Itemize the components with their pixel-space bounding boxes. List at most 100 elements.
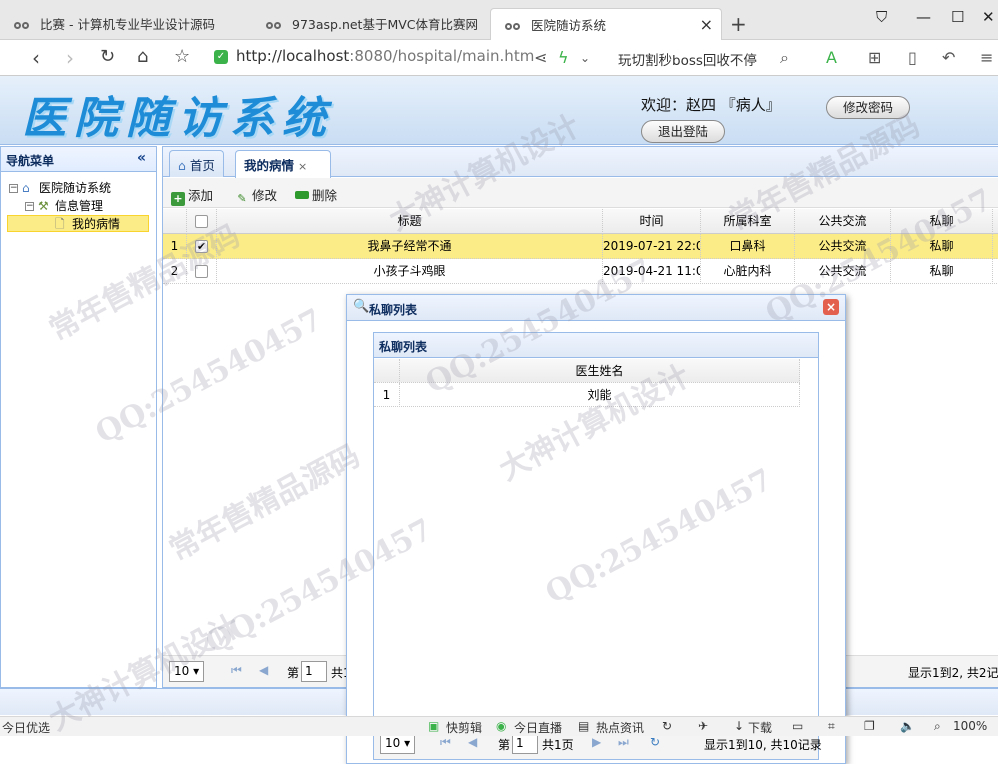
undo-icon[interactable]: ↶ xyxy=(942,48,955,67)
shirt-icon[interactable]: ⛉ xyxy=(876,8,887,26)
last-page-icon[interactable]: ⏭ xyxy=(618,735,629,750)
cell-title: 我鼻子经常不通 xyxy=(217,234,603,259)
tab-my-condition[interactable]: 我的病情 × xyxy=(235,150,331,178)
page-size-select[interactable]: 10 ▾ xyxy=(380,733,416,754)
crop-icon[interactable]: ⌗ xyxy=(828,719,835,734)
zoom-level[interactable]: 100% xyxy=(953,719,987,733)
new-tab-button[interactable]: + xyxy=(730,12,747,36)
menu-icon[interactable]: ≡ xyxy=(980,48,993,67)
private-chat-dialog: 🔍 私聊列表 × 私聊列表 医生姓名 1 刘能 10 ▾ ⏮ ◀ 第 1 共1页… xyxy=(346,294,846,764)
remove-icon xyxy=(295,191,309,199)
status-left-text[interactable]: 今日优选 xyxy=(2,719,50,736)
search-input[interactable]: 玩切割秒boss回收不停 xyxy=(618,49,798,69)
collapse-toggle-icon[interactable]: − xyxy=(25,202,34,211)
column-header-title[interactable]: 标题 xyxy=(217,209,603,234)
table-row[interactable]: 1 刘能 xyxy=(374,383,800,407)
volume-icon[interactable]: 🔈 xyxy=(900,719,915,733)
public-chat-link[interactable]: 公共交流 xyxy=(795,259,891,284)
pin-icon[interactable]: ✈ xyxy=(698,719,708,733)
browser-tab-2[interactable]: 973asp.net基于MVC体育比赛网 xyxy=(252,8,492,40)
tree-node-root[interactable]: − ⌂ 医院随访系统 xyxy=(9,179,111,197)
translate-icon[interactable]: A xyxy=(826,48,837,67)
browser-tab-active[interactable]: 医院随访系统 × xyxy=(490,8,722,40)
apps-icon[interactable]: ⊞ xyxy=(868,48,881,67)
close-dialog-icon[interactable]: × xyxy=(823,299,839,315)
row-checkbox[interactable] xyxy=(187,259,217,284)
page-number-input[interactable]: 1 xyxy=(301,661,327,682)
download-icon: ↓ xyxy=(734,719,745,733)
lightning-icon[interactable]: ϟ xyxy=(558,48,569,67)
public-chat-link[interactable]: 公共交流 xyxy=(795,234,891,259)
prev-page-icon[interactable]: ◀ xyxy=(259,663,268,677)
collapse-icon[interactable]: « xyxy=(137,150,146,166)
page-number-input[interactable]: 1 xyxy=(512,733,538,754)
change-password-button[interactable]: 修改密码 xyxy=(826,96,910,119)
browser-tab-1[interactable]: 比赛 - 计算机专业毕业设计源码 xyxy=(0,8,250,40)
table-row[interactable]: 2 小孩子斗鸡眼 2019-04-21 11:02 心脏内科 公共交流 私聊 xyxy=(163,259,998,284)
status-item[interactable]: 今日直播 xyxy=(514,719,562,736)
search-icon[interactable]: ⌕ xyxy=(780,48,789,68)
dialog-title: 私聊列表 xyxy=(369,303,418,317)
status-item[interactable]: 快剪辑 xyxy=(446,719,482,736)
row-checkbox[interactable]: ✔ xyxy=(187,234,217,259)
column-header-doctor-name[interactable]: 医生姓名 xyxy=(400,359,800,383)
share-icon[interactable]: ⋖ xyxy=(534,48,547,67)
refresh-icon[interactable]: ↻ xyxy=(662,719,672,733)
private-chat-link[interactable]: 私聊 xyxy=(891,259,993,284)
page-size-select[interactable]: 10 ▾ xyxy=(169,661,205,682)
logout-button[interactable]: 退出登陆 xyxy=(641,120,725,143)
close-tab-icon[interactable]: × xyxy=(298,160,307,173)
document-icon: 🗋 xyxy=(55,217,65,231)
star-icon[interactable]: ☆ xyxy=(174,46,190,67)
nav-title: 导航菜单 xyxy=(6,154,55,168)
add-button[interactable]: + 添加 xyxy=(171,185,213,206)
status-item[interactable]: 下载 xyxy=(748,719,772,736)
chevron-down-icon[interactable]: ⌄ xyxy=(580,51,590,65)
delete-button[interactable]: 删除 xyxy=(295,185,337,204)
tree-node-my-condition[interactable]: 🗋 我的病情 xyxy=(55,215,120,233)
select-all-checkbox[interactable] xyxy=(187,209,217,234)
edit-button[interactable]: ✎ 修改 xyxy=(235,185,277,206)
table-row[interactable]: 1 ✔ 我鼻子经常不通 2019-07-21 22:03 口鼻科 公共交流 私聊 xyxy=(163,234,998,259)
play-icon: ◉ xyxy=(496,719,507,733)
browser-tab-label: 医院随访系统 xyxy=(531,18,607,33)
tab-label: 我的病情 xyxy=(244,158,295,173)
forward-icon[interactable]: › xyxy=(66,46,74,70)
cell-department: 心脏内科 xyxy=(701,259,795,284)
home-icon[interactable]: ⌂ xyxy=(137,46,148,67)
first-page-icon[interactable]: ⏮ xyxy=(440,735,451,750)
collapse-toggle-icon[interactable]: − xyxy=(9,184,18,193)
close-tab-icon[interactable]: × xyxy=(700,15,713,34)
tree-node-group[interactable]: − ⚒ 信息管理 xyxy=(25,197,103,215)
url-host: http://localhost xyxy=(236,47,350,65)
grid-header-row: 医生姓名 xyxy=(374,359,800,383)
column-header-time[interactable]: 时间 xyxy=(603,209,701,234)
window-icon[interactable]: ▭ xyxy=(792,719,803,733)
nav-panel: 导航菜单 « − ⌂ 医院随访系统 − ⚒ 信息管理 🗋 我的病情 xyxy=(0,146,157,688)
doctor-list-panel: 私聊列表 医生姓名 1 刘能 10 ▾ ⏮ ◀ 第 1 共1页 ▶ ⏭ ↻ 显示… xyxy=(373,332,822,760)
back-icon[interactable]: ‹ xyxy=(32,46,40,70)
url-path: :8080/hospital/main.htm xyxy=(349,47,535,65)
close-window-icon[interactable]: ✕ xyxy=(982,8,995,26)
inner-panel-title: 私聊列表 xyxy=(374,333,818,358)
column-header-private[interactable]: 私聊 xyxy=(891,209,993,234)
restore-icon[interactable]: ❐ xyxy=(864,719,875,733)
minimize-icon[interactable]: — xyxy=(916,8,931,26)
browser-status-bar: 今日优选 ▣ 快剪辑 ◉ 今日直播 ▤ 热点资讯 ↻ ✈ ↓ 下载 ▭ ⌗ ❐ … xyxy=(0,716,998,736)
reload-icon[interactable]: ↻ xyxy=(100,46,115,67)
column-header-public[interactable]: 公共交流 xyxy=(795,209,891,234)
prev-page-icon[interactable]: ◀ xyxy=(468,735,477,749)
grid-toolbar: + 添加 ✎ 修改 删除 xyxy=(163,178,998,208)
status-item[interactable]: 热点资讯 xyxy=(596,719,644,736)
add-icon: + xyxy=(171,192,185,206)
maximize-icon[interactable]: ☐ xyxy=(951,8,964,26)
next-page-icon[interactable]: ▶ xyxy=(592,735,601,749)
row-number: 2 xyxy=(163,259,187,284)
private-chat-link[interactable]: 私聊 xyxy=(891,234,993,259)
total-pages: 共1页 xyxy=(542,738,574,752)
first-page-icon[interactable]: ⏮ xyxy=(231,663,242,678)
tab-home[interactable]: ⌂ 首页 xyxy=(169,150,224,177)
device-icon[interactable]: ▯ xyxy=(908,48,917,67)
refresh-icon[interactable]: ↻ xyxy=(650,735,660,749)
column-header-department[interactable]: 所属科室 xyxy=(701,209,795,234)
